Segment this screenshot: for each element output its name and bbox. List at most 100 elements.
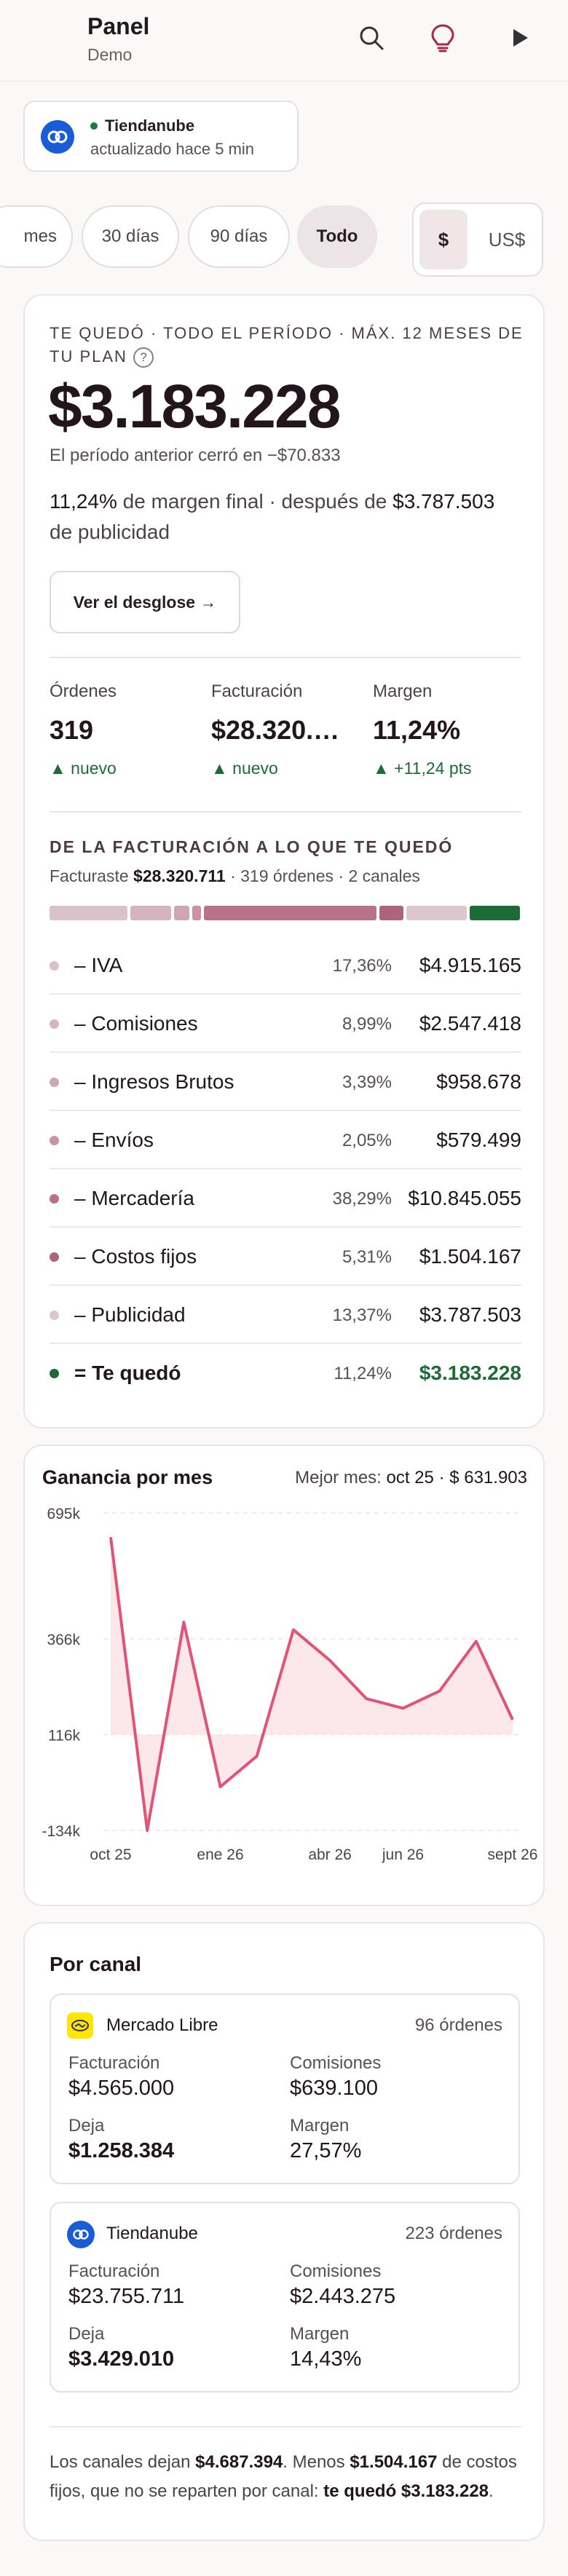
row-percent: 17,36% — [332, 956, 392, 976]
channel-net: Deja $3.429.010 — [68, 2324, 175, 2371]
channel-name: Mercado Libre — [106, 2015, 218, 2035]
margin-summary: 11,24% de margen final · después de $3.7… — [50, 490, 495, 543]
kpi-label: Facturación — [211, 681, 303, 701]
row-label: = Te quedó — [74, 1362, 181, 1384]
net-profit-amount: $3.183.228 — [48, 372, 341, 440]
chart-title: Ganancia por mes — [42, 1466, 213, 1488]
channels-footnote: Los canales dejan $4.687.394. Menos $1.5… — [50, 2426, 521, 2506]
row-label: – Mercadería — [74, 1187, 194, 1209]
row-amount: $579.499 — [436, 1129, 521, 1151]
channel-billing: Facturación $4.565.000 — [68, 2053, 175, 2100]
handshake-icon — [67, 2012, 93, 2039]
row-color-dot — [50, 1078, 59, 1087]
y-tick-label: -134k — [42, 1823, 80, 1840]
tab-period-90[interactable]: 90 días — [188, 205, 290, 268]
currency-usd[interactable]: US$ — [475, 210, 539, 269]
help-icon[interactable]: ? — [133, 347, 154, 368]
row-color-dot — [50, 1194, 59, 1204]
tab-period-mes[interactable]: mes — [0, 205, 73, 268]
breakdown-row: – Costos fijos 5,31% $1.504.167 — [50, 1228, 521, 1286]
row-color-dot — [50, 961, 59, 971]
row-color-dot — [50, 1369, 59, 1378]
y-tick-label: 695k — [47, 1506, 80, 1522]
row-label: – Envíos — [74, 1129, 154, 1151]
kpi-label: Órdenes — [50, 681, 117, 701]
breakdown-row: – Mercadería 38,29% $10.845.055 — [50, 1169, 521, 1228]
y-tick-label: 366k — [47, 1632, 80, 1648]
row-color-dot — [50, 1136, 59, 1145]
row-color-dot — [50, 1311, 59, 1320]
breakdown-bar-segment — [469, 906, 520, 920]
breakdown-row: – Comisiones 8,99% $2.547.418 — [50, 995, 521, 1053]
tab-period-30[interactable]: 30 días — [82, 205, 179, 268]
waterfall-subtitle: Facturaste $28.320.711 · 319 órdenes · 2… — [50, 866, 420, 885]
channel-name: Tiendanube — [106, 2224, 198, 2243]
channel-commissions: Comisiones $2.443.275 — [290, 2261, 396, 2308]
x-tick-label: sept 26 — [488, 1846, 538, 1863]
breakdown-button[interactable]: Ver el desglose → — [50, 571, 240, 633]
row-amount: $10.845.055 — [408, 1187, 521, 1209]
channel-orders: 223 órdenes — [405, 2224, 502, 2243]
row-label: – Comisiones — [74, 1012, 198, 1035]
store-updated-status: actualizado hace 5 min — [90, 140, 255, 158]
status-dot — [90, 122, 98, 130]
kpi-delta: ▲ nuevo — [211, 759, 278, 778]
search-icon[interactable] — [355, 22, 387, 54]
app-title: Panel — [87, 13, 150, 39]
channels-title: Por canal — [50, 1953, 142, 1975]
breakdown-row: – IVA 17,36% $4.915.165 — [50, 936, 521, 995]
store-name: Tiendanube — [90, 116, 194, 135]
summary-card: TE QUEDÓ · TODO EL PERÍODO · MÁX. 12 MES… — [23, 294, 545, 1429]
channel-card-tiendanube[interactable]: Tiendanube 223 órdenes Facturación $23.75… — [50, 2202, 520, 2393]
row-color-dot — [50, 1019, 59, 1029]
row-percent: 38,29% — [332, 1189, 392, 1209]
row-percent: 13,37% — [332, 1305, 392, 1325]
breakdown-bar-segment — [204, 906, 377, 920]
tab-period-todo[interactable]: Todo — [297, 205, 377, 268]
channel-billing: Facturación $23.755.711 — [68, 2261, 185, 2308]
row-percent: 5,31% — [342, 1247, 392, 1267]
lightbulb-icon[interactable] — [427, 22, 459, 54]
divider — [50, 657, 521, 658]
kpi-value: 319 — [50, 715, 94, 745]
channel-commissions: Comisiones $639.100 — [290, 2053, 382, 2100]
row-amount: $3.183.228 — [419, 1362, 521, 1384]
breakdown-bar-segment — [173, 906, 189, 920]
breakdown-bar-segment — [130, 906, 171, 920]
cloud-icon — [67, 2221, 95, 2248]
top-bar: Panel Demo — [0, 0, 568, 82]
row-amount: $1.504.167 — [419, 1245, 521, 1268]
row-label: – Publicidad — [74, 1303, 186, 1326]
kpi-value: $28.320.… — [211, 715, 340, 745]
row-amount: $958.678 — [436, 1070, 521, 1093]
breakdown-bar-segment — [406, 906, 467, 920]
previous-period-text: El período anterior cerró en −$70.833 — [50, 446, 341, 465]
breakdown-row: = Te quedó 11,24% $3.183.228 — [50, 1344, 521, 1402]
channels-card: Por canal Mercado Libre 96 órdenes Factu… — [23, 1922, 545, 2541]
currency-ars[interactable]: $ — [419, 210, 468, 269]
play-icon[interactable] — [504, 22, 536, 54]
breakdown-bar-segment — [379, 906, 403, 920]
x-tick-label: jun 26 — [382, 1846, 424, 1863]
app-subtitle: Demo — [87, 45, 133, 64]
profit-chart-card: Ganancia por mes Mejor mes: oct 25 · $ 6… — [23, 1445, 545, 1906]
channel-net: Deja $1.258.384 — [68, 2116, 175, 2162]
y-tick-label: 116k — [48, 1728, 80, 1745]
breakdown-row: – Ingresos Brutos 3,39% $958.678 — [50, 1053, 521, 1111]
kpi-value: 11,24% — [373, 715, 461, 745]
row-color-dot — [50, 1252, 59, 1262]
channel-card-mercadolibre[interactable]: Mercado Libre 96 órdenes Facturación $4.5… — [50, 1994, 520, 2184]
stacked-breakdown-bar — [50, 906, 520, 920]
channel-orders: 96 órdenes — [414, 2015, 502, 2035]
row-percent: 11,24% — [334, 1364, 392, 1383]
kpi-label: Margen — [373, 681, 433, 701]
row-label: – Costos fijos — [74, 1245, 197, 1268]
x-tick-label: ene 26 — [197, 1846, 243, 1863]
kpi-delta: ▲ +11,24 pts — [373, 759, 472, 778]
breakdown-row: – Envíos 2,05% $579.499 — [50, 1111, 521, 1169]
profit-area — [111, 1537, 513, 1830]
x-tick-label: oct 25 — [90, 1846, 131, 1863]
store-selector[interactable]: Tiendanube actualizado hace 5 min — [23, 100, 299, 172]
row-label: – IVA — [74, 954, 123, 976]
waterfall-title: DE LA FACTURACIÓN A LO QUE TE QUEDÓ — [50, 837, 454, 856]
